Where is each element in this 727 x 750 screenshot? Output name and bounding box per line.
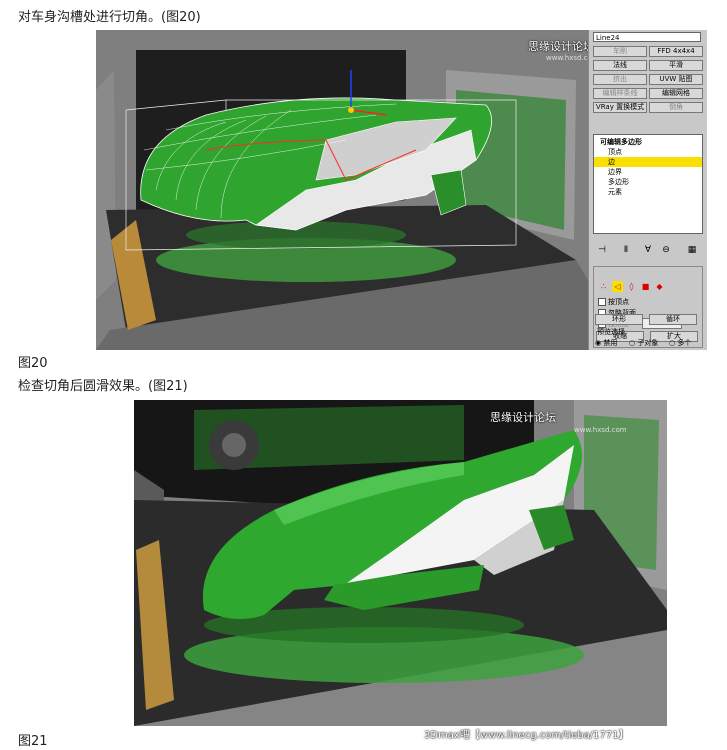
modifier-button-smooth[interactable]: 平滑	[649, 60, 703, 71]
modifier-button-vray-displace[interactable]: VRay 置换模式	[593, 102, 647, 113]
stack-item-border[interactable]: 边界	[594, 167, 702, 177]
stack-item-edge[interactable]: 边	[594, 157, 702, 167]
vertex-mode-icon[interactable]: ∴	[598, 281, 609, 292]
stack-item-vertex[interactable]: 顶点	[594, 147, 702, 157]
preview-selection-label: 预览选择	[597, 328, 625, 336]
modifier-button-normal[interactable]: 法线	[593, 60, 647, 71]
preview-subobject-label: 子对象	[637, 339, 659, 347]
pin-stack-icon[interactable]: ⊣	[595, 243, 609, 257]
ring-button[interactable]: 环形	[595, 314, 643, 325]
viewport-20-render	[96, 30, 588, 350]
object-name-field[interactable]: Line24	[593, 32, 701, 42]
stack-item-editable-poly[interactable]: 可编辑多边形	[594, 137, 702, 147]
watermark-forum-20: 思缘设计论坛	[528, 40, 588, 53]
watermark-site-20: www.hxsd.com	[546, 54, 588, 62]
stack-item-polygon[interactable]: 多边形	[594, 177, 702, 187]
preview-subobject-radio[interactable]: ○ 子对象	[629, 338, 658, 348]
modifier-button-extrude[interactable]: 挤出	[593, 74, 647, 85]
command-panel: Line24 车削 FFD 4x4x4 法线 平滑 挤出 UVW 贴图 编辑样条…	[588, 30, 707, 350]
by-vertex-checkbox[interactable]: 按顶点	[598, 297, 629, 307]
figure-21-render: 思缘设计论坛 www.hxsd.com	[134, 400, 667, 726]
polygon-mode-icon[interactable]: ■	[640, 281, 651, 292]
preview-disable-radio[interactable]: ◉ 禁用	[595, 338, 617, 348]
caption-figure-20: 图20	[18, 356, 48, 371]
watermark-bottom: 3Dmax吧【www.linecg.com/tieba/1771】	[424, 730, 629, 741]
preview-multi-radio[interactable]: ○ 多个	[669, 338, 691, 348]
caption-figure-21: 图21	[18, 734, 48, 749]
make-unique-icon[interactable]: ∀	[641, 243, 655, 257]
border-mode-icon[interactable]: ◊	[626, 281, 637, 292]
caption-step-21: 检查切角后圆滑效果。(图21)	[18, 379, 188, 394]
preview-disable-label: 禁用	[603, 339, 618, 347]
modifier-button-lathe[interactable]: 车削	[593, 46, 647, 57]
modifier-button-bevel[interactable]: 倒角	[649, 102, 703, 113]
stack-root-label: 可编辑多边形	[600, 138, 642, 146]
modifier-button-uvw-map[interactable]: UVW 贴图	[649, 74, 703, 85]
show-end-result-icon[interactable]: Ⅱ	[619, 243, 633, 257]
element-mode-icon[interactable]: ◆	[654, 281, 665, 292]
stack-item-element[interactable]: 元素	[594, 187, 702, 197]
edge-mode-icon[interactable]: ◁	[612, 281, 623, 292]
render-21-image	[134, 400, 667, 726]
figure-20-viewport[interactable]: 思缘设计论坛 www.hxsd.com	[96, 30, 588, 350]
modifier-button-edit-mesh[interactable]: 编辑网格	[649, 88, 703, 99]
modifier-button-ffd[interactable]: FFD 4x4x4	[649, 46, 703, 57]
caption-step-20: 对车身沟槽处进行切角。(图20)	[18, 10, 201, 25]
modifier-button-edit-spline[interactable]: 编辑样条线	[593, 88, 647, 99]
by-vertex-label: 按顶点	[608, 298, 629, 306]
watermark-site-21: www.hxsd.com	[574, 426, 627, 434]
watermark-forum-21: 思缘设计论坛	[490, 411, 556, 424]
remove-modifier-icon[interactable]: ⊖	[659, 243, 673, 257]
configure-sets-icon[interactable]: ▦	[685, 243, 699, 257]
modifier-stack[interactable]: 可编辑多边形 顶点 边 边界 多边形 元素	[593, 134, 703, 234]
loop-button[interactable]: 循环	[649, 314, 697, 325]
preview-multi-label: 多个	[677, 339, 692, 347]
